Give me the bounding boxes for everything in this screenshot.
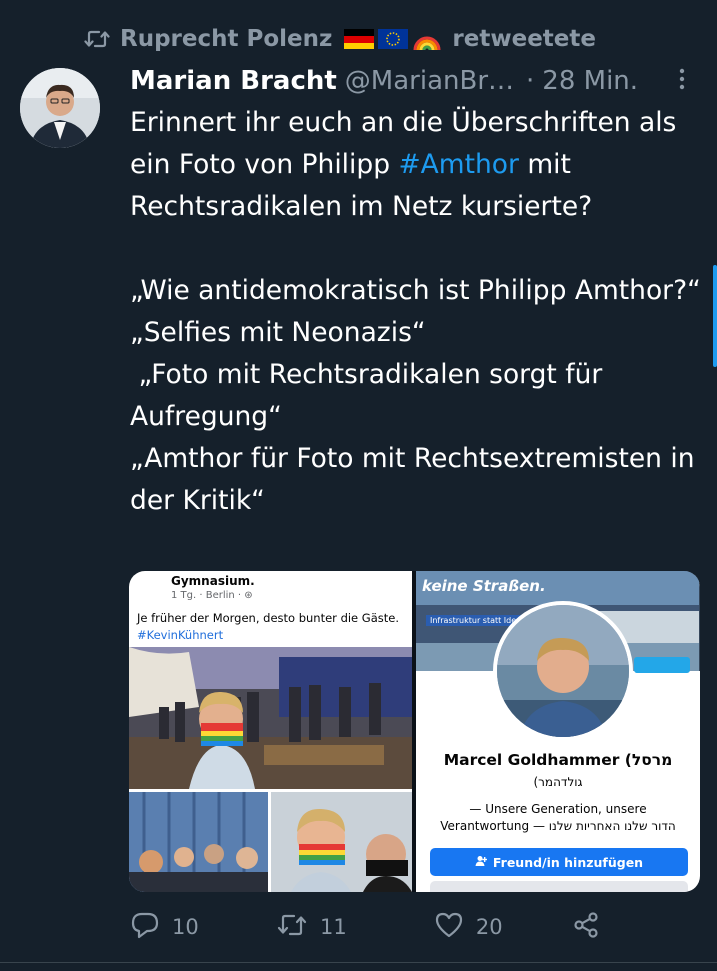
fb-post-hashtag: #KevinKühnert [137, 628, 224, 642]
author-handle[interactable]: @MarianBr… [345, 66, 514, 96]
reply-button[interactable]: 10 [130, 911, 276, 944]
quote-line: „Selfies mit Neonazis“ [130, 317, 426, 348]
emoji-flags [344, 26, 442, 52]
add-friend-label: Freund/in hinzufügen [492, 854, 644, 870]
tweet-paragraph: Erinnert ihr euch an die Überschriften a… [130, 102, 705, 228]
fb-post-author: Gymnasium. [171, 574, 255, 588]
photo-selfie [271, 792, 412, 892]
tweet-actions: 10 11 20 [130, 905, 600, 949]
avatar[interactable] [20, 68, 100, 148]
add-friend-button: Freund/in hinzufügen [430, 848, 688, 876]
profile-bio: — Unsere Generation, unsere Verantwortun… [416, 801, 700, 835]
eu-flag-icon [378, 29, 409, 49]
like-count: 20 [475, 915, 503, 939]
more-vertical-icon[interactable] [667, 68, 697, 95]
reply-count: 10 [172, 915, 199, 939]
media-image-left[interactable]: Gymnasium. 1 Tg. · Berlin · ⊛ Je früher … [129, 571, 412, 892]
timestamp[interactable]: 28 Min. [542, 66, 638, 96]
fb-post-meta: 1 Tg. · Berlin · ⊛ [171, 590, 253, 601]
retweet-context: Ruprecht Polenz retweetete [84, 22, 596, 56]
retweet-action-label: retweetete [452, 26, 596, 52]
share-icon [572, 911, 600, 944]
cover-banner-text: keine Straßen. [422, 577, 546, 595]
profile-name-hebrew: (גולדהמר [533, 775, 583, 789]
rainbow-icon [413, 36, 441, 51]
quote-line: „Foto mit Rechtsradikalen sorgt für Aufr… [130, 359, 611, 432]
profile-name: Marcel Goldhammer (מרסל [443, 751, 673, 769]
add-friend-icon [475, 855, 488, 870]
share-button[interactable] [572, 911, 600, 944]
author-name[interactable]: Marian Bracht [130, 66, 337, 96]
secondary-button [430, 881, 688, 892]
photo-crowd [129, 792, 268, 892]
hashtag-link[interactable]: #Amthor [398, 149, 518, 180]
retweet-button[interactable]: 11 [276, 912, 434, 943]
like-button[interactable]: 20 [434, 911, 572, 944]
retweeter-name[interactable]: Ruprecht Polenz [120, 26, 332, 52]
retweet-icon [276, 912, 308, 943]
globe-icon: ⊛ [244, 590, 253, 601]
afd-logo [634, 657, 690, 673]
germany-flag-icon [344, 29, 375, 49]
bio-line: Verantwortung — הדור שלנו האחריות שלנו [440, 819, 676, 833]
tweet-media[interactable]: Gymnasium. 1 Tg. · Berlin · ⊛ Je früher … [129, 571, 700, 892]
photo-hall [129, 647, 412, 789]
media-image-right[interactable]: keine Straßen. Infrastruktur statt Ideo … [416, 571, 700, 892]
reply-icon [130, 911, 160, 944]
tweet-text: Erinnert ihr euch an die Überschriften a… [130, 102, 705, 522]
like-icon [434, 911, 464, 944]
profile-photo [493, 601, 633, 741]
tweet-header: Marian Bracht @MarianBr… · 28 Min. [130, 62, 697, 100]
quote-line: „Wie antidemokratisch ist Philipp Amthor… [130, 275, 701, 306]
retweet-count: 11 [320, 915, 347, 939]
scrollbar-thumb[interactable] [713, 265, 717, 367]
separator: · [526, 66, 535, 96]
quote-line: „Amthor für Foto mit Rechtsextremisten i… [130, 443, 695, 516]
fb-post-text: Je früher der Morgen, desto bunter die G… [137, 611, 399, 625]
bio-line: — Unsere Generation, unsere [469, 802, 647, 816]
retweet-icon [84, 28, 110, 50]
divider [0, 962, 717, 963]
